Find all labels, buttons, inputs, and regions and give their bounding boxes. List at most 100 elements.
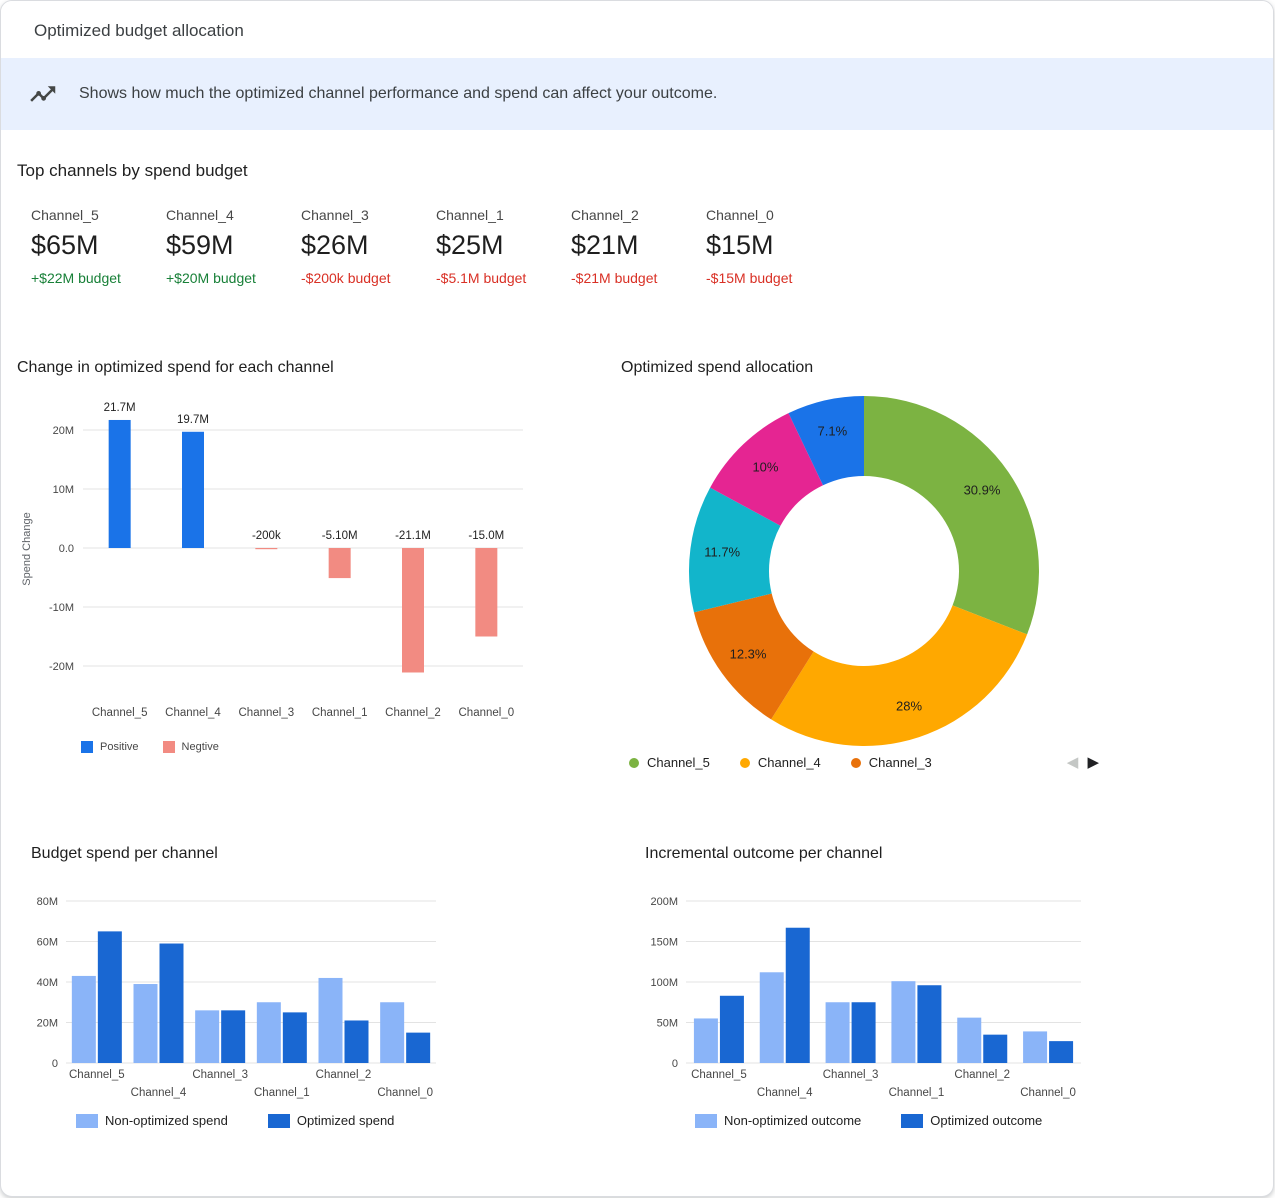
x-category-label: Channel_3 (239, 707, 295, 719)
channel-budget-delta: -$21M budget (571, 270, 706, 286)
y-tick-label: 40M (37, 977, 58, 989)
legend-next-button[interactable]: ▶ (1087, 754, 1099, 771)
donut-slice (864, 396, 1039, 634)
channel-budget-delta: +$22M budget (31, 270, 166, 286)
y-tick-label: 50M (657, 1018, 678, 1030)
legend-label: Non-optimized outcome (724, 1113, 861, 1128)
spend-change-chart: Change in optimized spend for each chann… (17, 357, 565, 777)
channel-spend-value: $25M (436, 230, 571, 261)
info-banner-text: Shows how much the optimized channel per… (79, 85, 717, 103)
optimized-bar (98, 931, 122, 1063)
channel-spend-value: $26M (301, 230, 436, 261)
non-optimized-bar (195, 1010, 219, 1063)
incremental-outcome-plot: 050M100M150M200MChannel_5Channel_4Channe… (645, 883, 1107, 1105)
incremental-outcome-legend: Non-optimized outcome Optimized outcome (695, 1113, 1082, 1128)
panel-header: Optimized budget allocation (1, 1, 1273, 58)
non-optimized-bar (72, 976, 96, 1063)
legend-label: Positive (100, 741, 139, 753)
legend-item: Channel_4 (740, 755, 821, 770)
x-category-label: Channel_4 (165, 707, 221, 719)
legend-item: Negtive (163, 741, 219, 753)
legend-item: Positive (81, 741, 139, 753)
x-category-label: Channel_0 (1020, 1087, 1076, 1099)
optimized-bar (1049, 1041, 1073, 1063)
y-tick-label: 80M (37, 896, 58, 908)
y-tick-label: 20M (53, 425, 74, 437)
bar-value-label: -15.0M (468, 530, 504, 542)
slice-percent-label: 11.7% (704, 545, 740, 560)
legend-swatch (901, 1114, 923, 1128)
bar-value-label: -5.10M (322, 530, 358, 542)
optimized-budget-allocation-panel: Optimized budget allocation Shows how mu… (0, 0, 1274, 1197)
x-category-label: Channel_0 (459, 707, 515, 719)
legend-prev-button[interactable]: ◀ (1067, 754, 1079, 771)
optimized-bar (720, 996, 744, 1063)
legend-swatch (740, 758, 750, 768)
y-tick-label: 0.0 (59, 543, 74, 555)
legend-swatch (629, 758, 639, 768)
channel-card: Channel_3 $26M -$200k budget (301, 207, 436, 286)
spend-allocation-chart: Optimized spend allocation 30.9%28%12.3%… (621, 357, 1107, 789)
optimized-bar (283, 1012, 307, 1063)
legend-label: Channel_4 (758, 755, 821, 770)
optimized-bar (160, 944, 184, 1063)
x-category-label: Channel_5 (69, 1069, 125, 1081)
donut-slice (771, 605, 1027, 746)
channel-name: Channel_5 (31, 207, 166, 223)
spend-allocation-donut: 30.9%28%12.3%11.7%10%7.1% (621, 385, 1107, 753)
spend-change-chart-title: Change in optimized spend for each chann… (17, 359, 334, 377)
spend-change-plot: 20M10M0.0-10M-20MSpend Change21.7MChanne… (17, 389, 565, 734)
non-optimized-bar (257, 1002, 281, 1063)
y-tick-label: -10M (49, 602, 74, 614)
x-category-label: Channel_2 (316, 1069, 372, 1081)
legend-swatch (76, 1114, 98, 1128)
optimized-bar (345, 1020, 369, 1063)
info-banner: Shows how much the optimized channel per… (1, 58, 1273, 130)
legend-label: Optimized outcome (930, 1113, 1042, 1128)
channel-budget-delta: +$20M budget (166, 270, 301, 286)
non-optimized-bar (694, 1018, 718, 1063)
channel-card: Channel_1$25M-$5.1M budget (436, 207, 571, 286)
bar-value-label: -21.1M (395, 530, 431, 542)
x-category-label: Channel_2 (385, 707, 441, 719)
non-optimized-bar (891, 981, 915, 1063)
y-tick-label: 0 (672, 1058, 678, 1070)
y-tick-label: 60M (37, 937, 58, 949)
legend-item: Channel_5 (629, 755, 710, 770)
legend-swatch (81, 741, 93, 753)
y-tick-label: 10M (53, 484, 74, 496)
legend-swatch (695, 1114, 717, 1128)
x-category-label: Channel_2 (954, 1069, 1010, 1081)
legend-swatch (851, 758, 861, 768)
x-category-label: Channel_5 (691, 1069, 747, 1081)
slice-percent-label: 12.3% (730, 647, 767, 662)
legend-swatch (163, 741, 175, 753)
legend-label: Optimized spend (297, 1113, 395, 1128)
budget-spend-legend: Non-optimized spendOptimized spend (76, 1113, 434, 1128)
top-channels-title: Top channels by spend budget (17, 161, 248, 181)
optimized-bar (917, 985, 941, 1063)
channel-budget-delta: -$200k budget (301, 270, 436, 286)
x-category-label: Channel_5 (92, 707, 148, 719)
y-tick-label: 0 (52, 1058, 58, 1070)
spend-change-bar (182, 432, 204, 548)
slice-percent-label: 30.9% (964, 482, 1001, 497)
x-category-label: Channel_1 (889, 1087, 945, 1099)
channel-spend-value: $65M (31, 230, 166, 261)
optimized-bar (221, 1010, 245, 1063)
budget-spend-plot: 020M40M60M80MChannel_5Channel_4Channel_3… (31, 883, 466, 1105)
channel-name: Channel_3 (301, 207, 436, 223)
x-category-label: Channel_1 (312, 707, 368, 719)
non-optimized-bar (957, 1018, 981, 1063)
spend-change-bar (255, 548, 277, 549)
y-tick-label: 20M (37, 1018, 58, 1030)
non-optimized-bar (319, 978, 343, 1063)
legend-item: Optimized spend (268, 1113, 395, 1128)
channel-name: Channel_0 (706, 207, 841, 223)
y-tick-label: 100M (650, 977, 678, 989)
legend-label: Channel_3 (869, 755, 932, 770)
channel-spend-value: $21M (571, 230, 706, 261)
channel-name: Channel_4 (166, 207, 301, 223)
top-channels-cards: Channel_5$65M+$22M budgetChannel_4$59M+$… (31, 207, 841, 286)
non-optimized-bar (380, 1002, 404, 1063)
